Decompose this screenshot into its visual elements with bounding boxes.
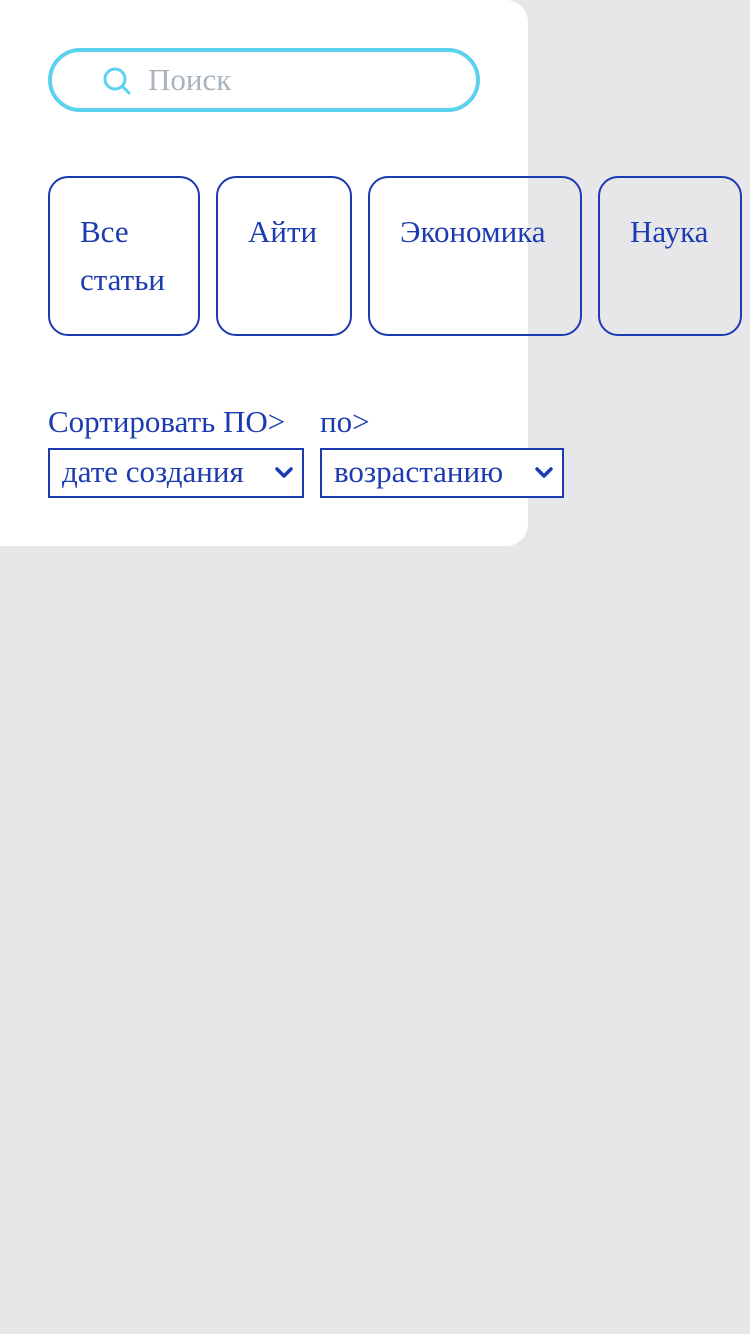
- category-tab-science[interactable]: Наука: [598, 176, 742, 336]
- sort-order-value: возрастанию: [334, 454, 504, 489]
- chevron-down-icon: [275, 467, 293, 478]
- sort-field-label: Сортировать ПО>: [48, 404, 286, 439]
- search-box[interactable]: [48, 48, 480, 112]
- sort-order-select[interactable]: возрастанию: [320, 448, 564, 498]
- sort-field-select[interactable]: дате создания: [48, 448, 304, 498]
- search-icon: [103, 67, 131, 95]
- sort-field-value: дате создания: [62, 454, 244, 489]
- filter-panel: Все статьи Айти Экономика Наука Сортиров…: [0, 0, 742, 546]
- category-tab-all[interactable]: Все статьи: [48, 176, 200, 336]
- category-tab-economy[interactable]: Экономика: [368, 176, 582, 336]
- chevron-down-icon: [535, 467, 553, 478]
- sort-order-label: по>: [320, 404, 370, 439]
- search-input[interactable]: [148, 56, 458, 104]
- category-tab-it[interactable]: Айти: [216, 176, 352, 336]
